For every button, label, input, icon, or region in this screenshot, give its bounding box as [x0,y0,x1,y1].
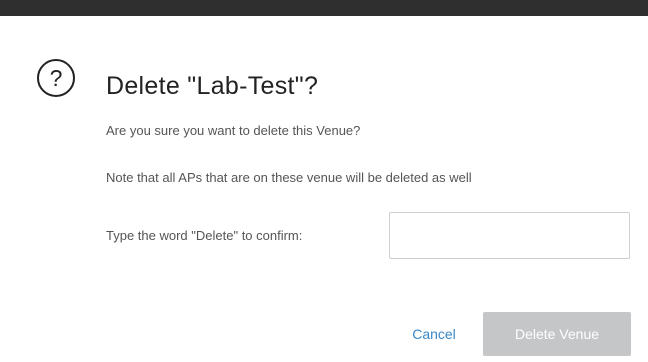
warning-note: Note that all APs that are on these venu… [106,170,472,185]
confirmation-message: Are you sure you want to delete this Ven… [106,123,361,138]
question-mark-glyph: ? [49,64,63,91]
cancel-button[interactable]: Cancel [396,312,472,356]
confirm-delete-input[interactable] [389,212,630,259]
question-circle-icon: ? [37,59,75,97]
delete-venue-dialog: ? Delete "Lab-Test"? Are you sure you wa… [0,0,648,362]
confirm-field-label: Type the word "Delete" to confirm: [106,228,303,243]
dialog-header-bar [0,0,648,16]
delete-venue-button[interactable]: Delete Venue [483,312,631,356]
dialog-title: Delete "Lab-Test"? [106,72,319,100]
